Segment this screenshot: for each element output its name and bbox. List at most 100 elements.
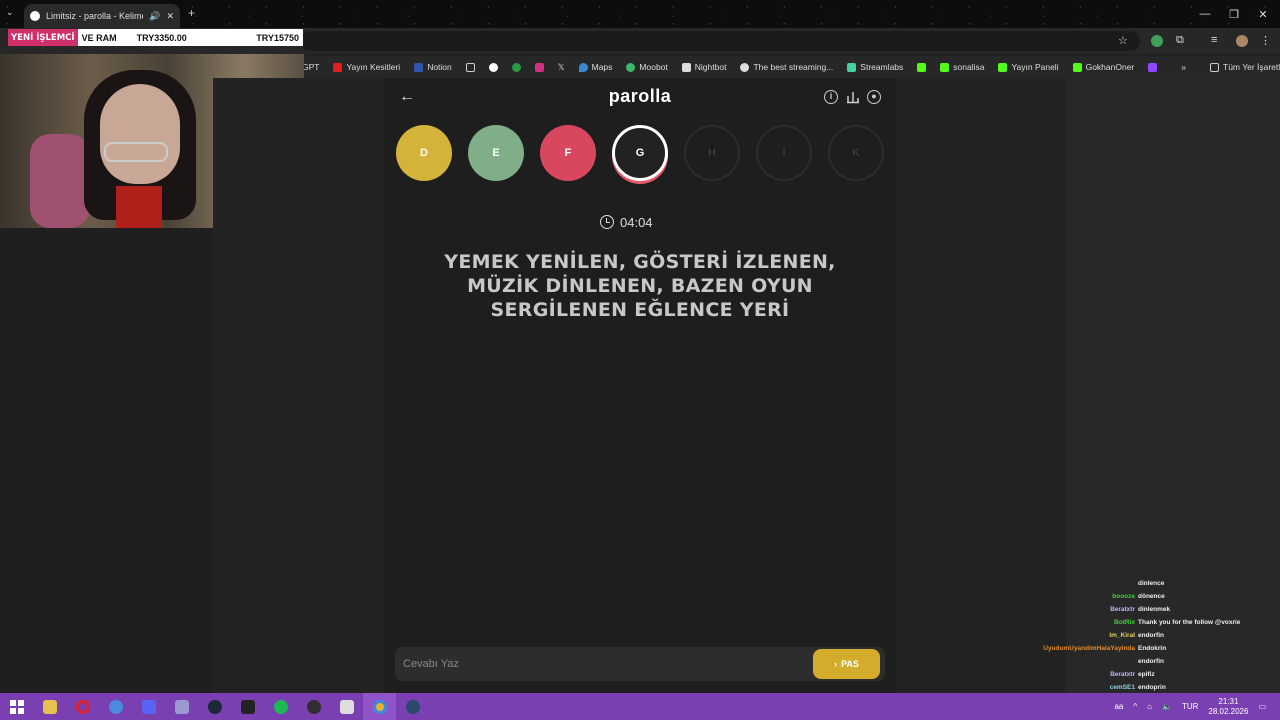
bookmark-moobot[interactable]: Moobot [626,62,668,72]
left-panel [0,228,213,693]
tab-list-icon[interactable]: ⌄ [6,7,14,18]
bookmark-sonalisa[interactable]: sonalisa [940,62,984,72]
bookmark-streamlabs[interactable]: Streamlabs [847,62,903,72]
streaming-icon [740,62,750,72]
timer-value: 04:04 [620,214,653,230]
tab-favicon-icon [30,11,40,21]
bookmark-notion[interactable]: Notion [414,62,452,72]
chat-message: UyudumUyandimHalaYayinda Endokrin [1030,642,1280,655]
streamer-glasses [104,142,168,162]
close-window-button[interactable]: ✕ [1246,0,1280,28]
clock-icon [600,215,614,229]
network-icon[interactable]: ⌂ [1147,702,1152,711]
bookmark-gokhanoner[interactable]: GokhanOner [1072,62,1134,72]
tab-title: Limitsiz - parolla - Kelime o [46,11,144,21]
spotify-icon[interactable] [264,693,297,720]
profile-avatar[interactable] [1236,35,1248,47]
back-arrow-icon[interactable]: ← [398,88,416,106]
chat-message: dinlence [1030,577,1280,590]
chrome-icon[interactable] [363,693,396,720]
tray-extra: aa [1114,702,1124,711]
steam-icon[interactable] [198,693,231,720]
streamer-shirt [116,186,162,228]
pass-button[interactable]: › PAS [813,649,880,679]
question-text: YEMEK YENİLEN, GÖSTERİ İZLENEN, MÜZİK Dİ… [444,251,836,321]
letter-circle-e: E [468,125,524,181]
answer-input[interactable] [403,652,803,676]
streamlabs-icon [847,62,857,72]
bookmark-57[interactable] [511,62,521,72]
tab-close-icon[interactable]: ✕ [166,11,174,22]
app2-icon[interactable] [330,693,363,720]
ticker-price-2: TRY15750 [256,32,299,43]
chat-text: dönence [1138,593,1165,600]
speaker-icon[interactable]: 🔊 [149,11,160,22]
chat-text: Endokrin [1138,645,1167,652]
notification-icon[interactable]: ▭ [1258,702,1266,711]
letter-circle-d: D [396,125,452,181]
bookmark-streaming[interactable]: The best streaming... [740,62,833,72]
system-clock[interactable]: 21:31 28.02.2026 [1208,697,1248,717]
streamer-face [100,84,180,184]
bookmark-instagram[interactable] [534,62,544,72]
app-icon[interactable] [165,693,198,720]
stats-icon[interactable] [846,90,860,104]
chat-text: endoprin [1138,684,1166,691]
menu-icon[interactable]: ⋮ [1260,34,1271,47]
chat-message: Beratxtr dinlenmek [1030,603,1280,616]
bookmark-yayin-paneli[interactable]: Yayın Paneli [998,62,1059,72]
ticker-label: VE RAM [81,32,117,43]
obs-icon[interactable] [297,693,330,720]
chat-text: dinlence [1138,580,1165,587]
app-title: parolla [608,86,672,106]
chat-username: Beratxtr [1110,671,1135,678]
start-button[interactable] [0,693,33,720]
chat-username: BotRix [1114,619,1135,626]
bookmark-gpt[interactable]: GPT [302,62,319,72]
chat-message: Beratxtr epifiz [1030,668,1280,681]
kick-icon [1072,62,1082,72]
file-explorer-icon[interactable] [33,693,66,720]
epic-games-icon[interactable] [231,693,264,720]
instagram-icon [534,62,544,72]
chat-message: endorfin [1030,655,1280,668]
chat-text: endorfin [1138,658,1164,665]
bookmark-kick[interactable] [917,62,927,72]
bookmark-google[interactable] [488,62,498,72]
steam2-icon[interactable] [396,693,429,720]
bookmarks-overflow-icon[interactable]: » [1181,62,1186,72]
ticker-highlight: YENİ İŞLEMCİ [8,29,78,46]
bookmark-maps[interactable]: Maps [578,62,612,72]
info-icon[interactable]: i [824,90,838,104]
media-icon[interactable]: ≡ [1211,34,1217,46]
browser-tab[interactable]: Limitsiz - parolla - Kelime o 🔊 ✕ [24,4,180,28]
bookmark-yayin-kesitleri[interactable]: Yayın Kesitleri [333,62,400,72]
kick-icon [917,62,927,72]
chevron-right-icon: › [834,659,838,669]
bookmark-nightbot[interactable]: Nightbot [681,62,726,72]
bookmark-x[interactable]: 𝕏 [558,62,565,73]
chat-message: Im_Kiral endorfin [1030,629,1280,642]
opera-icon[interactable] [66,693,99,720]
star-icon[interactable]: ☆ [1118,34,1128,47]
profile-icon[interactable]: ● [867,90,881,104]
ticker-price-1: TRY3350.00 [136,32,187,43]
chat-username: Beratxtr [1110,606,1135,613]
nightbot-icon [681,62,691,72]
volume-icon[interactable]: 🔈 [1162,702,1172,711]
new-tab-button[interactable]: + [188,6,195,20]
all-bookmarks[interactable]: Tüm Yer İşaretleri [1210,62,1280,72]
bookmark-twitch[interactable] [1148,62,1158,72]
chat-text: Thank you for the follow @voxrie [1138,619,1241,626]
language-indicator[interactable]: TUR [1182,702,1198,711]
chat-text: dinlenmek [1138,606,1171,613]
extension-icon[interactable] [1151,35,1163,47]
discord-icon[interactable] [132,693,165,720]
stream-ticker: YENİ İŞLEMCİ VE RAM TRY3350.00 TRY15750 [8,29,303,46]
bookmark-folder[interactable] [465,62,475,72]
settings-app-icon[interactable] [99,693,132,720]
address-bar[interactable] [300,31,1140,51]
tray-overflow-icon[interactable]: ^ [1133,702,1137,711]
puzzle-icon[interactable]: ⧉ [1176,34,1184,47]
chat-username: cemSE1 [1109,684,1135,691]
